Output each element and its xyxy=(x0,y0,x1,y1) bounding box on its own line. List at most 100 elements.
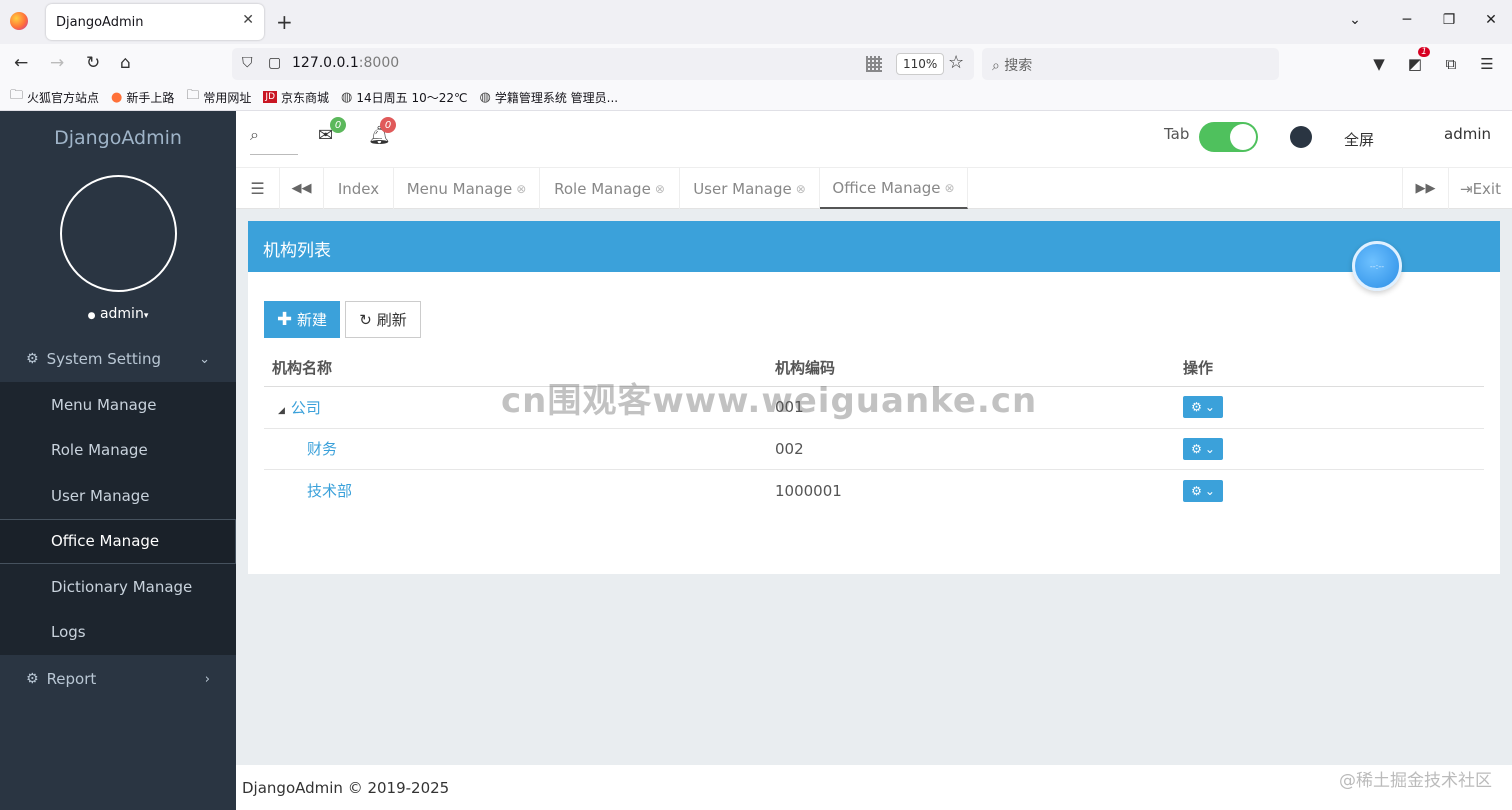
chevron-right-icon: › xyxy=(204,671,210,687)
zoom-level[interactable]: 110% xyxy=(896,53,945,75)
online-dot-icon: ● xyxy=(87,311,96,321)
user-dropdown[interactable]: admin xyxy=(1444,125,1491,143)
app-logo[interactable]: DjangoAdmin xyxy=(0,127,236,149)
bookmarks-bar: 🗀 火狐官方站点 ● 新手上路 🗀 常用网址 JD 京东商城 ◍ 14日周五 10～22℃… xyxy=(0,84,1512,111)
close-tab-icon[interactable]: ⊗ xyxy=(655,182,665,196)
firefox-icon xyxy=(10,12,28,30)
bookmark-item[interactable]: 🗀 火狐官方站点 xyxy=(10,86,99,108)
office-name[interactable]: 技术部 xyxy=(264,480,775,501)
restore-icon[interactable]: ❐ xyxy=(1428,0,1470,40)
mail-icon[interactable]: ✉ 0 xyxy=(318,117,346,146)
watermark: cn围观客www.weiguanke.cn xyxy=(501,381,1038,421)
puzzle-icon[interactable]: ⧉ xyxy=(1438,51,1464,77)
refresh-button-label: 刷新 xyxy=(376,311,407,329)
close-tab-icon[interactable]: ✕ xyxy=(242,12,254,28)
tab-index[interactable]: Index xyxy=(324,168,394,209)
menu-group-label: System Setting xyxy=(46,350,161,368)
sidebar-item-dictionary-manage[interactable]: Dictionary Manage xyxy=(0,564,236,610)
url-text[interactable]: 127.0.0.1:8000 xyxy=(292,55,399,71)
menu-group-report[interactable]: ⚙ Report › xyxy=(0,657,236,701)
office-name[interactable]: 公司 xyxy=(291,399,321,417)
close-window-icon[interactable]: ✕ xyxy=(1470,0,1512,40)
close-tab-icon[interactable]: ⊗ xyxy=(945,181,955,195)
tab-next-icon[interactable]: ▶▶ xyxy=(1402,168,1448,209)
search-icon: ⌕ xyxy=(992,58,1000,74)
gear-icon: ⚙ xyxy=(26,351,39,367)
back-icon[interactable]: ← xyxy=(14,53,28,73)
bookmark-item[interactable]: ◍ 14日周五 10～22℃ xyxy=(341,89,467,106)
shield-icon[interactable]: ⛉ xyxy=(242,55,253,71)
top-search[interactable]: ⌕ xyxy=(250,125,298,155)
bookmark-item[interactable]: ◍ 学籍管理系统 管理员... xyxy=(479,89,618,106)
gear-icon: ⚙ xyxy=(26,671,39,687)
tab-prev-icon[interactable]: ◀◀ xyxy=(280,168,324,209)
close-tab-icon[interactable]: ⊗ xyxy=(516,182,526,196)
tab-label: Role Manage xyxy=(554,179,651,198)
user-menu[interactable]: ● admin▾ xyxy=(0,306,236,322)
url-bar[interactable]: ⛉ ▢ 127.0.0.1:8000 110% ☆ xyxy=(232,48,974,80)
toggle-knob xyxy=(1230,124,1256,150)
minimize-icon[interactable]: ─ xyxy=(1386,0,1428,40)
theme-switch[interactable] xyxy=(1290,126,1312,148)
tab-list-icon[interactable]: ⌄ xyxy=(1324,0,1386,40)
menu-toggle-icon[interactable]: ☰ xyxy=(236,168,280,209)
url-host: 127.0.0.1 xyxy=(292,55,359,71)
exit-icon: ⇥ xyxy=(1460,179,1473,198)
refresh-button[interactable]: ↻ 刷新 xyxy=(345,301,421,338)
sidebar-item-user-manage[interactable]: User Manage xyxy=(0,473,236,519)
bookmark-label: 火狐官方站点 xyxy=(27,90,100,105)
avatar[interactable] xyxy=(60,175,177,292)
browser-nav-bar: ← → ↻ ⌂ ⛉ ▢ 127.0.0.1:8000 110% ☆ ⌕ 搜索 ▼… xyxy=(0,44,1512,84)
new-tab-button[interactable]: + xyxy=(276,10,293,34)
bookmark-star-icon[interactable]: ☆ xyxy=(948,52,964,73)
qr-code-icon[interactable] xyxy=(866,56,882,72)
table-row[interactable]: 财务 002 ⚙ ⌄ xyxy=(264,429,1484,470)
row-actions-button[interactable]: ⚙ ⌄ xyxy=(1183,437,1223,460)
sidebar-item-logs[interactable]: Logs xyxy=(0,610,236,656)
tab-menu-manage[interactable]: Menu Manage ⊗ xyxy=(394,168,540,209)
table-row[interactable]: 技术部 1000001 ⚙ ⌄ xyxy=(264,470,1484,512)
bookmark-item[interactable]: 🗀 常用网址 xyxy=(186,86,251,108)
close-tab-icon[interactable]: ⊗ xyxy=(796,182,806,196)
chevron-down-icon: ⌄ xyxy=(1204,441,1215,456)
vpn-extension-icon[interactable]: ▼ xyxy=(1366,51,1392,77)
bookmark-item[interactable]: ● 新手上路 xyxy=(111,89,174,106)
tab-toggle-switch[interactable] xyxy=(1199,122,1258,152)
bookmark-label: 新手上路 xyxy=(126,90,175,105)
reload-icon[interactable]: ↻ xyxy=(86,53,100,73)
bell-count-badge: 0 xyxy=(380,117,396,133)
bookmark-item[interactable]: JD 京东商城 xyxy=(263,89,329,106)
add-office-button[interactable]: ✚ 新建 xyxy=(264,301,340,338)
row-actions-button[interactable]: ⚙ ⌄ xyxy=(1183,479,1223,502)
bell-icon[interactable]: 🔔︎ 0 xyxy=(368,117,396,146)
panel-title: 机构列表 xyxy=(248,221,1500,272)
tab-user-manage[interactable]: User Manage ⊗ xyxy=(680,168,820,209)
menu-group-label: Report xyxy=(46,670,97,688)
chevron-down-icon: ⌄ xyxy=(1204,483,1215,498)
exit-button[interactable]: ⇥ Exit xyxy=(1448,168,1512,209)
row-actions-button[interactable]: ⚙ ⌄ xyxy=(1183,396,1223,419)
home-icon[interactable]: ⌂ xyxy=(120,53,131,73)
refresh-icon: ↻ xyxy=(359,310,372,329)
sidebar-item-role-manage[interactable]: Role Manage xyxy=(0,428,236,474)
fullscreen-button[interactable]: 全屏 xyxy=(1344,129,1374,150)
sidebar-item-office-manage[interactable]: Office Manage xyxy=(0,518,236,564)
browser-search-input[interactable]: ⌕ 搜索 xyxy=(982,48,1279,80)
extension-icon[interactable]: ◩ 1 xyxy=(1402,47,1430,77)
operation-cell: ⚙ ⌄ xyxy=(1183,396,1484,419)
browser-tab[interactable]: DjangoAdmin ✕ xyxy=(46,4,264,40)
browser-tab-bar: DjangoAdmin ✕ + ⌄ ─ ❐ ✕ xyxy=(0,0,1512,44)
operation-cell: ⚙ ⌄ xyxy=(1183,479,1484,502)
forward-icon[interactable]: → xyxy=(50,53,64,73)
tab-office-manage[interactable]: Office Manage ⊗ xyxy=(820,168,968,209)
sidebar-item-menu-manage[interactable]: Menu Manage xyxy=(0,382,236,428)
office-name[interactable]: 财务 xyxy=(264,438,775,459)
app-menu-icon[interactable]: ☰ xyxy=(1474,51,1500,77)
window-controls: ⌄ ─ ❐ ✕ xyxy=(1324,0,1512,44)
caret-down-icon: ▾ xyxy=(143,311,149,321)
tree-expand-icon[interactable]: ◢ xyxy=(278,406,285,416)
column-header: 操作 xyxy=(1183,358,1214,377)
tab-role-manage[interactable]: Role Manage ⊗ xyxy=(540,168,680,209)
extensions-area: ▼ ◩ 1 ⧉ ☰ xyxy=(1366,47,1512,80)
menu-group-system-setting[interactable]: ⚙ System Setting ⌄ xyxy=(0,337,236,381)
